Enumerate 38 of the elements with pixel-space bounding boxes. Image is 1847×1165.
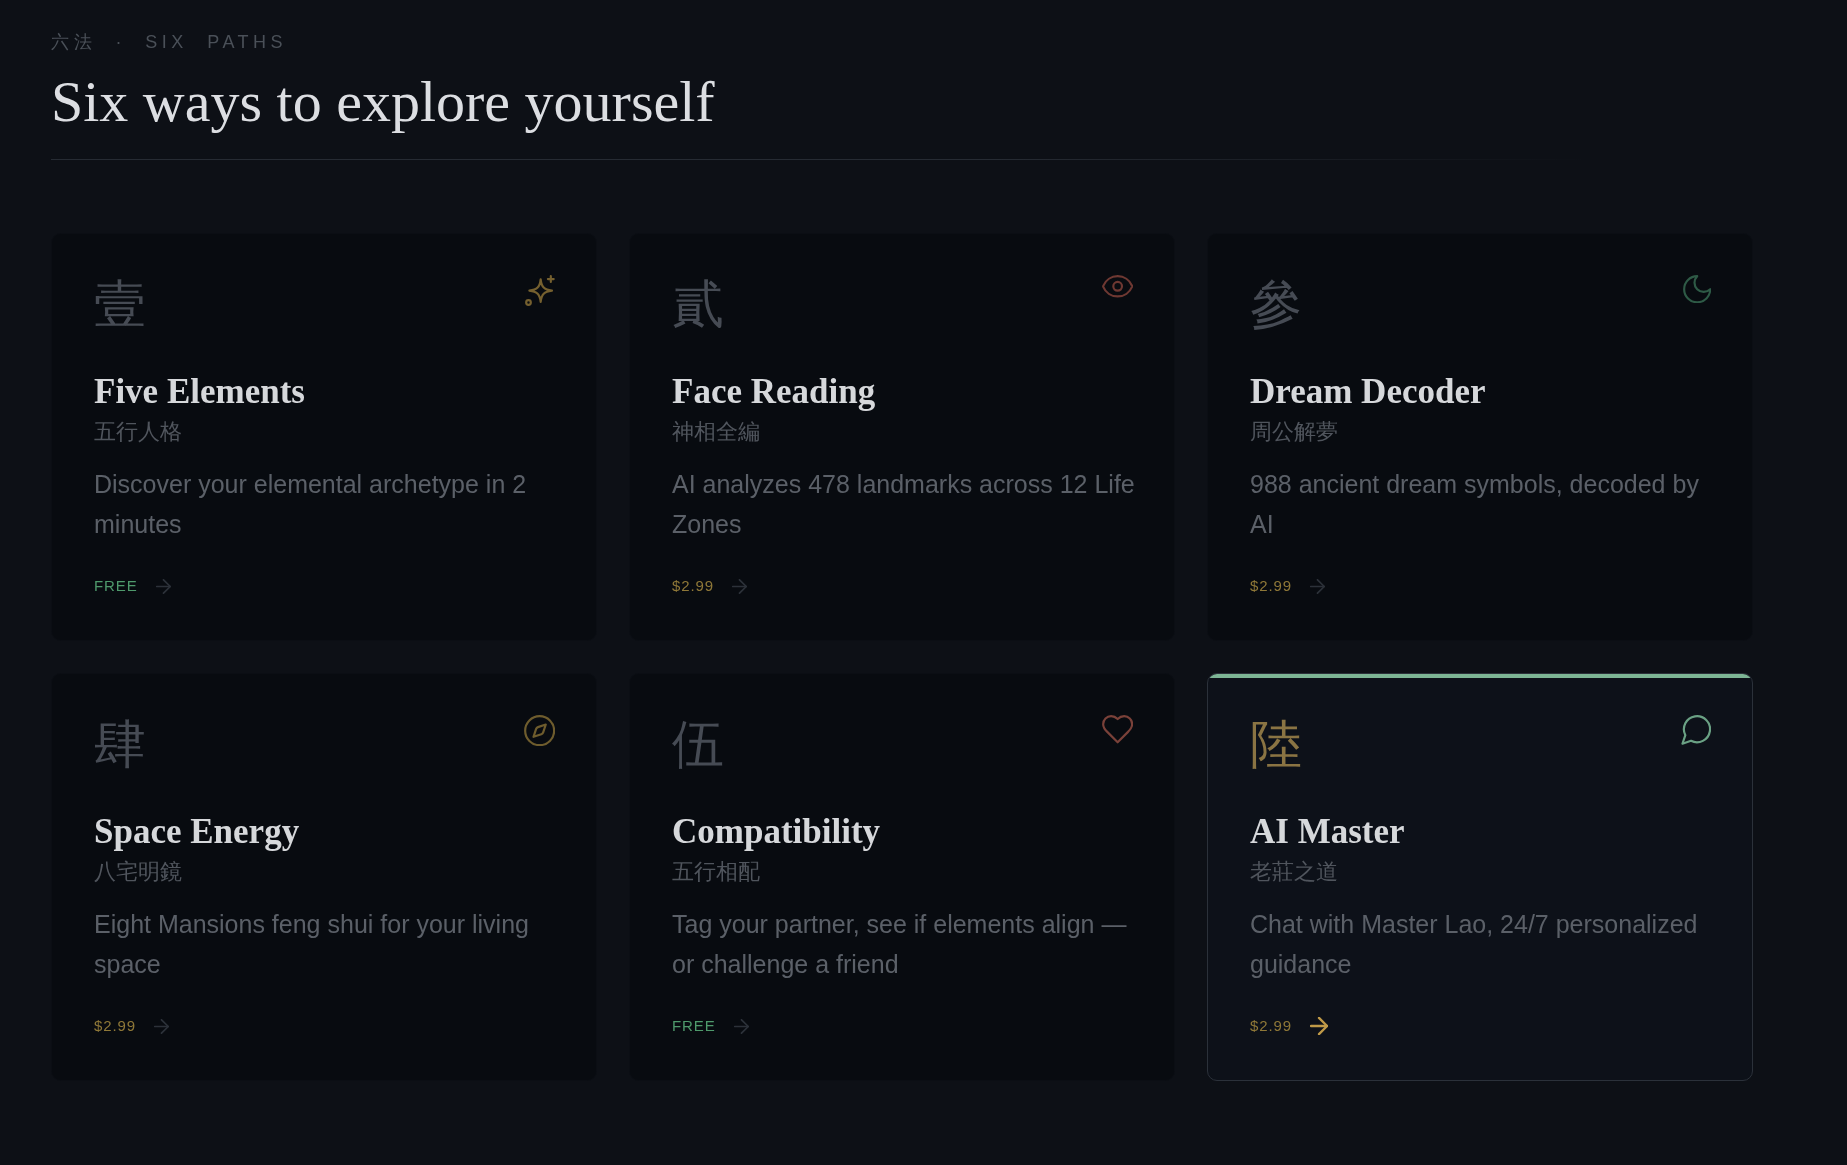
card-title: Five Elements — [94, 372, 306, 412]
card-subtitle: 八宅明鏡 — [94, 859, 183, 885]
card-description: Eight Mansions feng shui for your living space — [94, 909, 530, 980]
card-numeral: 壹 — [94, 279, 146, 331]
section-eyebrow: 六法 · SIX PATHS — [51, 31, 288, 53]
feature-card[interactable]: 伍 Compatibility 五行相配 Tag your partner, see if elements align — or challenge a friend FREE — [629, 673, 1175, 1081]
feature-card[interactable]: 陸 AI Master 老莊之道 Chat with Master Lao, 24/7 personalized guidance $2.99 — [1207, 673, 1753, 1081]
card-numeral: 伍 — [672, 719, 724, 771]
card-numeral: 陸 — [1250, 719, 1302, 771]
price-label: $2.99 — [1250, 1016, 1293, 1036]
price-label: $2.99 — [672, 576, 715, 596]
card-description: Tag your partner, see if elements align — or challenge a friend — [672, 909, 1128, 980]
card-title: AI Master — [1250, 812, 1406, 852]
card-description: Discover your elemental archetype in 2 minutes — [94, 469, 528, 540]
price-label: FREE — [94, 576, 138, 596]
card-title: Dream Decoder — [1250, 372, 1487, 412]
card-description: AI analyzes 478 landmarks across 12 Life Zones — [672, 469, 1136, 540]
card-description: 988 ancient dream symbols, decoded by AI — [1250, 469, 1700, 540]
card-subtitle: 老莊之道 — [1250, 859, 1339, 885]
card-numeral: 貳 — [672, 279, 724, 331]
card-description: Chat with Master Lao, 24/7 personalized guidance — [1250, 909, 1699, 980]
card-subtitle: 周公解夢 — [1250, 419, 1339, 445]
card-numeral: 參 — [1250, 279, 1302, 331]
price-label: FREE — [672, 1016, 716, 1036]
card-title: Face Reading — [672, 372, 877, 412]
price-label: $2.99 — [94, 1016, 137, 1036]
card-numeral: 肆 — [94, 719, 146, 771]
card-title: Space Energy — [94, 812, 301, 852]
price-label: $2.99 — [1250, 576, 1293, 596]
card-subtitle: 五行人格 — [94, 419, 183, 445]
feature-card[interactable]: 壹 Five Elements 五行人格 Discover your elemental archetype in 2 minutes FREE — [51, 233, 597, 641]
feature-card[interactable]: 貳 Face Reading 神相全編 AI analyzes 478 landmarks across 12 Life Zones $2.99 — [629, 233, 1175, 641]
feature-card[interactable]: 參 Dream Decoder 周公解夢 988 ancient dream symbols, decoded by AI $2.99 — [1207, 233, 1753, 641]
card-subtitle: 神相全編 — [672, 419, 761, 445]
page-heading: Six ways to explore yourself — [51, 71, 716, 133]
card-subtitle: 五行相配 — [672, 859, 761, 885]
card-title: Compatibility — [672, 812, 882, 852]
feature-card[interactable]: 肆 Space Energy 八宅明鏡 Eight Mansions feng shui for your living space $2.99 — [51, 673, 597, 1081]
